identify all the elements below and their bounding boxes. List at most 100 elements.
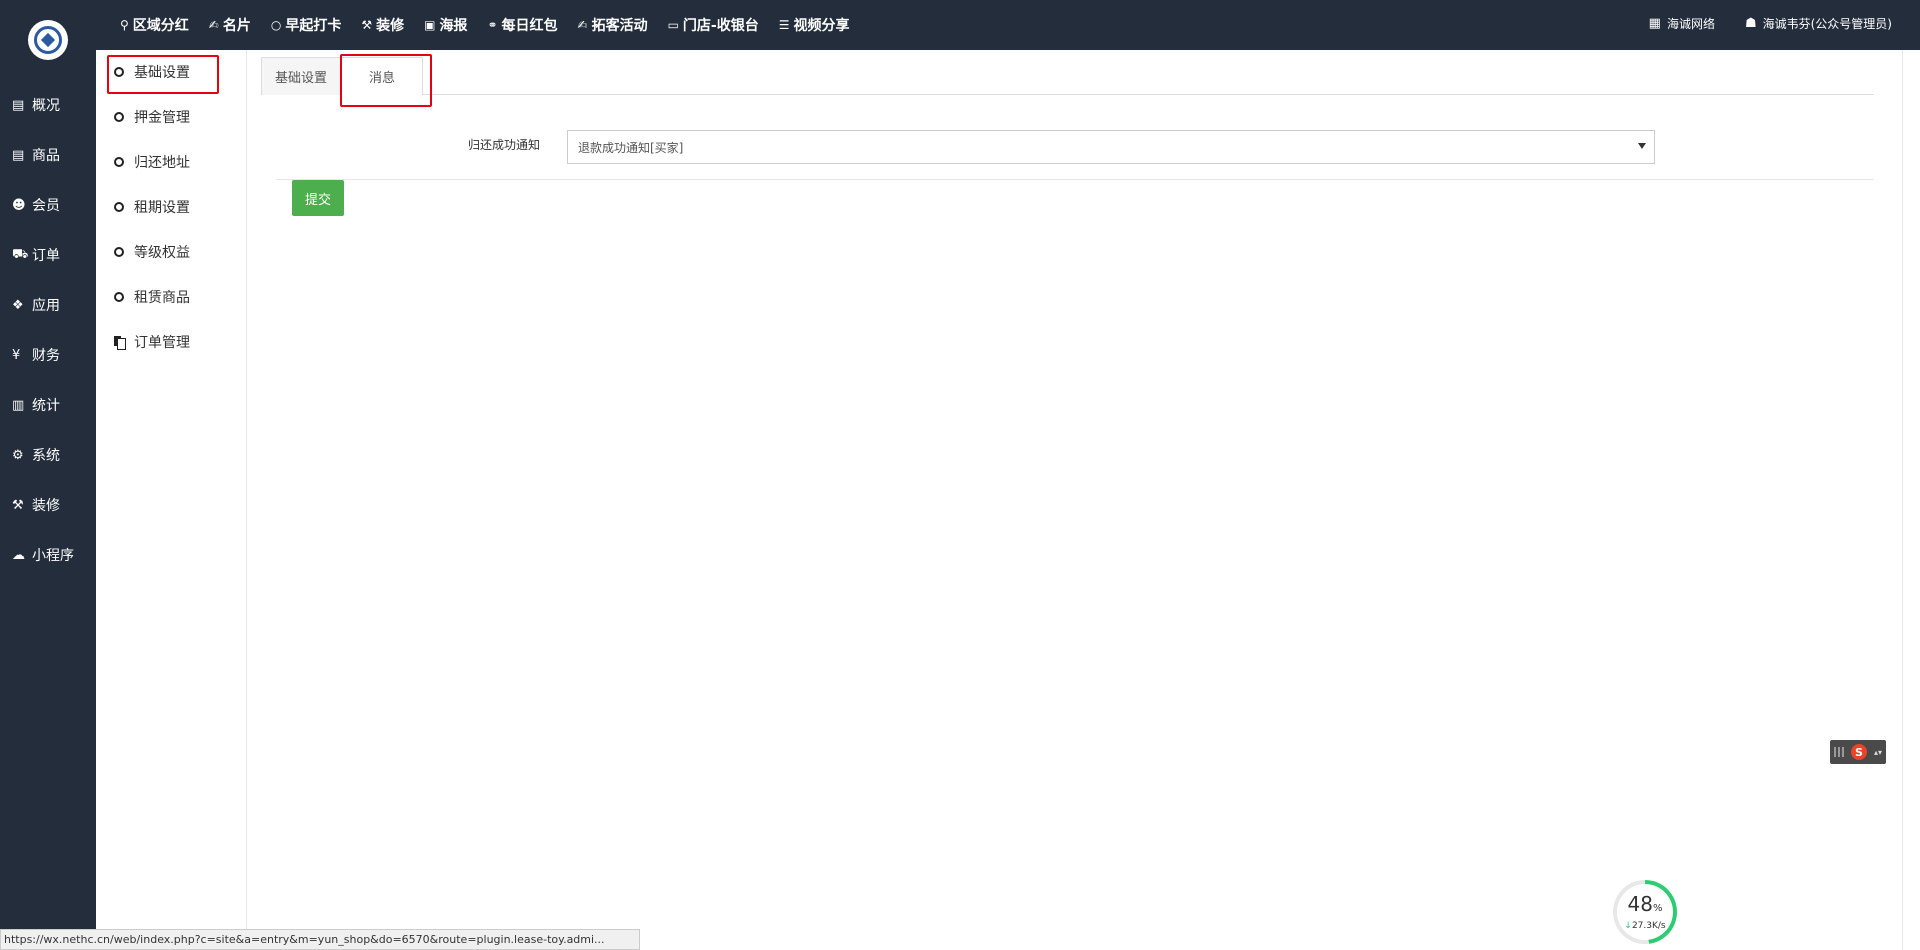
- logo[interactable]: [28, 20, 68, 60]
- yen-icon: ¥: [12, 347, 21, 363]
- sidebar-item-decoration[interactable]: ⚒ 装修: [0, 490, 96, 520]
- submit-button[interactable]: 提交: [292, 180, 344, 216]
- cart-icon: ⛟: [12, 246, 29, 262]
- circle-icon: [114, 292, 124, 302]
- topnav-label: 名片: [222, 18, 251, 34]
- download-arrow-icon: ↓: [1624, 920, 1632, 931]
- sidebar-item-goods[interactable]: ▤ 商品: [0, 140, 96, 170]
- logo-diamond: [40, 32, 56, 48]
- cubes-icon: ❖: [12, 297, 24, 313]
- sidebar-item-label: 小程序: [32, 548, 74, 564]
- sidebar-item-label: 应用: [32, 298, 60, 314]
- copy-icon: [114, 336, 126, 350]
- return-notice-select[interactable]: 退款成功通知[买家]: [567, 130, 1655, 164]
- topnav-item-customer-activity[interactable]: ✍ 拓客活动: [578, 15, 648, 35]
- top-nav: ⚲ 区域分红 ✍ 名片 ○ 早起打卡 ⚒ 装修 ▣ 海报 ⚭ 每日红包 ✍ 拓客活动 ▭ 门店-…: [120, 0, 870, 50]
- user-label: 海诚韦芬(公众号管理员): [1762, 16, 1892, 31]
- tab-bar: 基础设置 消息: [261, 57, 1874, 96]
- subnav-item-lease-goods[interactable]: 租赁商品: [96, 284, 246, 310]
- circle-icon: [114, 157, 124, 167]
- ime-menu-arrow-icon[interactable]: ▴▾: [1874, 748, 1882, 757]
- user-menu[interactable]: ☗ 海诚韦芬(公众号管理员): [1745, 15, 1892, 32]
- topnav-item-early-checkin[interactable]: ○ 早起打卡: [271, 15, 341, 35]
- org-switch-link[interactable]: ▦ 海诚网络: [1649, 15, 1715, 32]
- sidebar-item-orders[interactable]: ⛟ 订单: [0, 240, 96, 270]
- sidebar-item-label: 财务: [32, 348, 60, 364]
- topnav-item-daily-redpacket[interactable]: ⚭ 每日红包: [487, 15, 557, 35]
- topnav-item-store-cashier[interactable]: ▭ 门店-收银台: [668, 15, 759, 35]
- scrollbar[interactable]: [1902, 50, 1920, 950]
- link-icon: ⚭: [487, 18, 498, 32]
- cash-icon: ▭: [667, 18, 679, 32]
- speed-percent: 48%: [1628, 894, 1663, 919]
- handshake-icon: ✍: [577, 18, 588, 32]
- wechat-icon: ☁: [12, 547, 25, 563]
- hammer-icon: ⚒: [12, 497, 24, 513]
- subnav-item-deposit[interactable]: 押金管理: [96, 104, 246, 130]
- subnav-item-return-address[interactable]: 归还地址: [96, 149, 246, 175]
- sidebar-item-members[interactable]: ☻ 会员: [0, 190, 96, 220]
- select-value: 退款成功通知[买家]: [578, 140, 684, 155]
- org-label: 海诚网络: [1666, 16, 1715, 31]
- sidebar-item-label: 系统: [32, 448, 60, 464]
- sub-sidebar: 基础设置 押金管理 归还地址 租期设置 等级权益 租赁商品 订单管理: [96, 50, 247, 930]
- return-notice-label: 归还成功通知: [467, 138, 540, 152]
- handshake-icon: ✍: [208, 18, 219, 32]
- browser-status-bar: https://wx.nethc.cn/web/index.php?c=site…: [0, 929, 640, 950]
- users-icon: ☻: [12, 197, 26, 213]
- topnav-label: 每日红包: [501, 18, 558, 34]
- topnav-label: 门店-收银台: [682, 18, 759, 34]
- subnav-item-lease-period[interactable]: 租期设置: [96, 194, 246, 220]
- sidebar-item-label: 会员: [32, 198, 60, 214]
- hammer-icon: ⚒: [361, 18, 373, 32]
- ime-toolbar[interactable]: S ▴▾: [1830, 740, 1886, 764]
- speed-rate: ↓27.3K/s: [1624, 921, 1665, 931]
- subnav-item-level-rights[interactable]: 等级权益: [96, 239, 246, 265]
- subnav-label: 等级权益: [134, 245, 190, 261]
- topnav-label: 装修: [376, 18, 405, 34]
- network-speed-widget[interactable]: 48% ↓27.3K/s: [1613, 880, 1677, 944]
- sidebar-item-overview[interactable]: ▤ 概况: [0, 90, 96, 120]
- circle-icon: [114, 247, 124, 257]
- topnav-label: 拓客活动: [591, 18, 648, 34]
- topnav-label: 区域分红: [132, 18, 189, 34]
- tab-basic-settings[interactable]: 基础设置: [261, 57, 341, 95]
- sidebar-item-miniprogram[interactable]: ☁ 小程序: [0, 540, 96, 570]
- sogou-ime-icon[interactable]: S: [1850, 744, 1867, 760]
- user-icon: ☗: [1744, 15, 1757, 31]
- subnav-item-order-management[interactable]: 订单管理: [96, 329, 246, 355]
- topnav-label: 早起打卡: [285, 18, 342, 34]
- subnav-label: 租赁商品: [134, 290, 190, 306]
- grid-icon: ▦: [1648, 15, 1661, 31]
- subnav-item-basic-settings[interactable]: 基础设置: [96, 59, 246, 85]
- topnav-label: 视频分享: [793, 18, 850, 34]
- circle-icon: [114, 202, 124, 212]
- topnav-label: 海报: [439, 18, 468, 34]
- topnav-item-poster[interactable]: ▣ 海报: [424, 15, 467, 35]
- topnav-item-regional-dividend[interactable]: ⚲ 区域分红: [120, 15, 189, 35]
- topnav-item-decoration[interactable]: ⚒ 装修: [361, 15, 404, 35]
- archive-icon: ▤: [12, 97, 25, 113]
- list-icon: ☰: [778, 18, 790, 32]
- sidebar-item-label: 概况: [32, 98, 60, 114]
- drag-handle-icon[interactable]: [1834, 747, 1844, 757]
- circle-icon: ○: [270, 18, 282, 32]
- sidebar-item-label: 统计: [32, 398, 60, 414]
- top-bar: ⚲ 区域分红 ✍ 名片 ○ 早起打卡 ⚒ 装修 ▣ 海报 ⚭ 每日红包 ✍ 拓客活动 ▭ 门店-…: [0, 0, 1920, 50]
- logo-mark: [34, 26, 62, 54]
- status-url: https://wx.nethc.cn/web/index.php?c=site…: [4, 933, 605, 946]
- topnav-item-video-share[interactable]: ☰ 视频分享: [779, 15, 850, 35]
- topnav-item-business-card[interactable]: ✍ 名片: [209, 15, 251, 35]
- tab-message[interactable]: 消息: [341, 57, 423, 96]
- sidebar-item-label: 装修: [32, 498, 60, 514]
- sidebar-item-apps[interactable]: ❖ 应用: [0, 290, 96, 320]
- subnav-label: 订单管理: [134, 335, 190, 351]
- sidebar-item-system[interactable]: ⚙ 系统: [0, 440, 96, 470]
- chevron-down-icon: [1638, 143, 1646, 149]
- sidebar-item-finance[interactable]: ¥ 财务: [0, 340, 96, 370]
- circle-icon: [114, 67, 124, 77]
- image-icon: ▣: [424, 18, 436, 32]
- speed-rate-value: 27.3K/s: [1631, 920, 1666, 931]
- gears-icon: ⚙: [12, 447, 24, 463]
- sidebar-item-statistics[interactable]: ▥ 统计: [0, 390, 96, 420]
